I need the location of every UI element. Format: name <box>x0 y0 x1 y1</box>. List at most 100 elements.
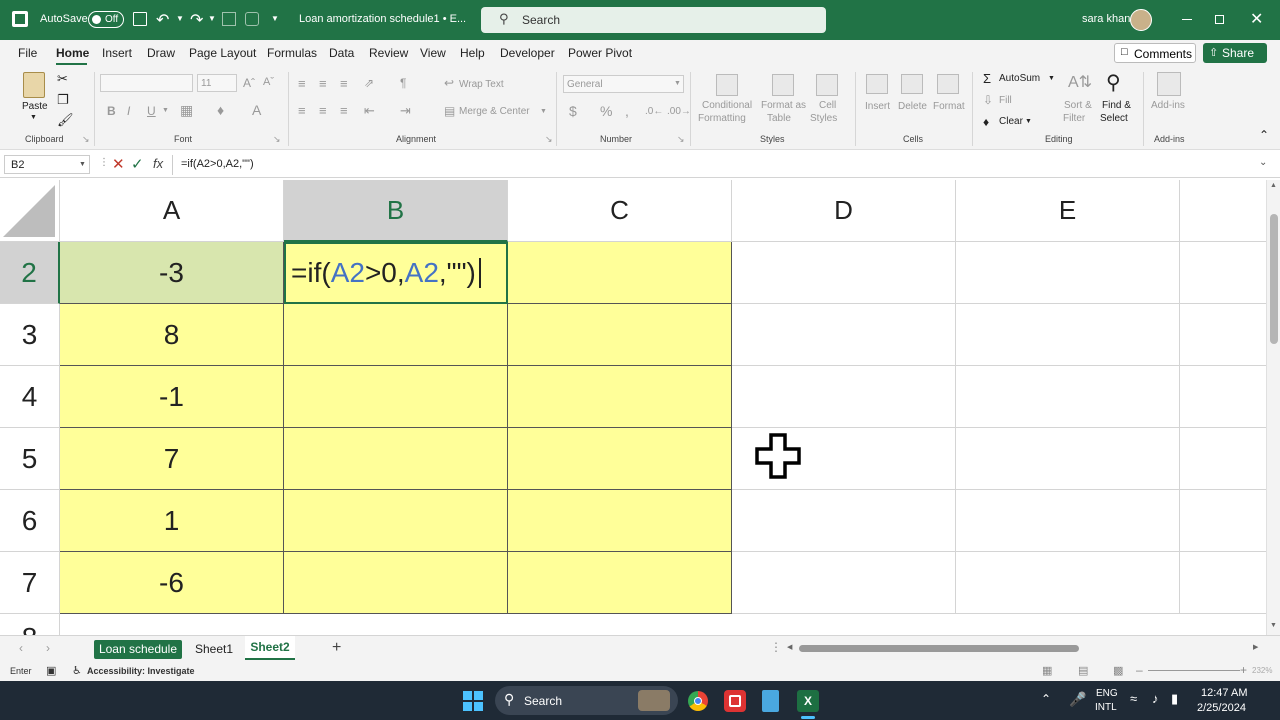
cell-styles-label[interactable]: Cell <box>819 100 836 111</box>
cell-a7[interactable]: -6 <box>60 552 284 614</box>
decrease-decimal-icon[interactable]: .00→ <box>667 106 691 117</box>
paste-dropdown-icon[interactable]: ▼ <box>30 114 37 121</box>
cell-c5[interactable] <box>508 428 732 490</box>
clear-label[interactable]: Clear <box>999 116 1023 127</box>
cell-d4[interactable] <box>732 366 956 428</box>
accessibility-icon[interactable]: ♿ <box>72 664 82 677</box>
customize-qat-icon[interactable]: ▼ <box>271 14 279 23</box>
number-format-select[interactable]: General ▼ <box>563 75 684 93</box>
next-sheet-icon[interactable]: › <box>46 641 50 655</box>
redo-dropdown-icon[interactable]: ▼ <box>208 14 216 23</box>
addins-icon[interactable] <box>1157 72 1181 96</box>
fill-label[interactable]: Fill <box>999 95 1012 106</box>
tab-insert[interactable]: Insert <box>102 46 132 60</box>
wifi-icon[interactable]: ≈ <box>1130 691 1137 706</box>
sheet-tab-sheet1[interactable]: Sheet1 <box>188 640 240 659</box>
column-header-c[interactable]: C <box>508 180 732 242</box>
start-windows-icon[interactable] <box>463 691 483 711</box>
format-cells-icon[interactable] <box>937 74 959 94</box>
formula-input[interactable]: =if(A2>0,A2,"") <box>181 158 254 170</box>
cell-d3[interactable] <box>732 304 956 366</box>
horizontal-scrollbar[interactable]: ◀ ▶ <box>787 643 1265 655</box>
wrap-text-label[interactable]: Wrap Text <box>459 79 504 90</box>
insert-function-icon[interactable]: fx <box>153 156 163 171</box>
cell-b5[interactable] <box>284 428 508 490</box>
search-box[interactable]: ⚲ Search <box>481 7 826 33</box>
cell-e5[interactable] <box>956 428 1180 490</box>
conditional-formatting-icon[interactable] <box>716 74 738 96</box>
share-button[interactable]: ⇧ Share <box>1203 43 1267 63</box>
delete-cells-label[interactable]: Delete <box>898 101 927 112</box>
find-select-label[interactable]: Find & <box>1102 100 1131 111</box>
cell-e7[interactable] <box>956 552 1180 614</box>
cell-e6[interactable] <box>956 490 1180 552</box>
zoom-slider[interactable] <box>1148 670 1240 671</box>
form-icon[interactable] <box>222 12 236 26</box>
row-header[interactable]: 8 <box>0 614 60 635</box>
scroll-left-icon[interactable]: ◀ <box>787 643 792 651</box>
clock-date[interactable]: 2/25/2024 <box>1197 702 1246 714</box>
sort-filter-icon[interactable]: A⇅ <box>1068 72 1092 92</box>
save-icon[interactable] <box>133 12 147 26</box>
row-header[interactable]: 2 <box>0 242 60 304</box>
row-header[interactable]: 4 <box>0 366 60 428</box>
tab-developer[interactable]: Developer <box>500 46 555 60</box>
find-select-icon[interactable]: ⚲ <box>1106 70 1121 95</box>
sheet-tab-sheet2[interactable]: Sheet2 <box>245 636 295 660</box>
autosum-label[interactable]: AutoSum <box>999 73 1040 84</box>
underline-button[interactable]: U <box>147 104 156 118</box>
cell-e2[interactable] <box>956 242 1180 304</box>
sort-filter-label-2[interactable]: Filter <box>1063 113 1085 124</box>
cell-a4[interactable]: -1 <box>60 366 284 428</box>
font-color-icon[interactable]: A <box>252 102 261 118</box>
tab-data[interactable]: Data <box>329 46 354 60</box>
format-as-table-label[interactable]: Format as <box>761 100 806 111</box>
sheet-tab-loan-schedule[interactable]: Loan schedule <box>94 640 182 659</box>
expand-formula-bar-icon[interactable]: ⌄ <box>1259 157 1267 168</box>
close-icon[interactable]: ✕ <box>1250 9 1263 29</box>
cell-d6[interactable] <box>732 490 956 552</box>
zoom-in-icon[interactable]: + <box>1240 663 1247 677</box>
cell-b2[interactable]: =if(A2 >0, A2 ,"") <box>284 242 508 304</box>
insert-cells-icon[interactable] <box>866 74 888 94</box>
vertical-scrollbar[interactable]: ▲ ▼ <box>1266 180 1280 635</box>
paste-icon[interactable] <box>23 72 45 98</box>
decrease-indent-icon[interactable]: ⇤ <box>364 103 375 119</box>
restore-icon[interactable] <box>1215 15 1224 24</box>
microphone-icon[interactable]: 🎤 <box>1069 691 1086 708</box>
conditional-formatting-label[interactable]: Conditional <box>702 100 752 111</box>
font-launcher-icon[interactable]: ↘ <box>273 134 281 145</box>
collapse-ribbon-icon[interactable]: ⌃ <box>1259 128 1269 142</box>
cell-e3[interactable] <box>956 304 1180 366</box>
tab-view[interactable]: View <box>420 46 446 60</box>
cut-icon[interactable]: ✂ <box>57 71 68 87</box>
tab-help[interactable]: Help <box>460 46 485 60</box>
align-middle-icon[interactable]: ≡ <box>319 76 327 91</box>
zoom-level[interactable]: 232% <box>1252 666 1272 675</box>
column-header-d[interactable]: D <box>732 180 956 242</box>
undo-dropdown-icon[interactable]: ▼ <box>176 14 184 23</box>
orientation-icon[interactable]: ⇗ <box>364 76 374 90</box>
format-cells-label[interactable]: Format <box>933 101 965 112</box>
cell-d7[interactable] <box>732 552 956 614</box>
merge-center-icon[interactable]: ▤ <box>444 104 455 118</box>
minimize-icon[interactable] <box>1182 19 1192 20</box>
cell-b7[interactable] <box>284 552 508 614</box>
align-right-icon[interactable]: ≡ <box>340 103 348 118</box>
format-painter-icon[interactable]: 🖌 <box>57 112 74 128</box>
row-header[interactable]: 5 <box>0 428 60 490</box>
tab-power-pivot[interactable]: Power Pivot <box>568 46 632 60</box>
excel-taskbar-icon[interactable]: X <box>797 690 819 712</box>
cell-c4[interactable] <box>508 366 732 428</box>
page-break-view-icon[interactable]: ▩ <box>1113 664 1123 677</box>
scroll-down-icon[interactable]: ▼ <box>1270 622 1277 629</box>
language-intl[interactable]: INTL <box>1095 702 1117 713</box>
format-as-table-label-2[interactable]: Table <box>767 113 791 124</box>
cell-b6[interactable] <box>284 490 508 552</box>
vertical-scroll-thumb[interactable] <box>1270 214 1278 344</box>
taskbar-search[interactable]: ⚲ Search <box>495 686 678 715</box>
autosave-toggle[interactable]: Off <box>88 11 124 28</box>
align-bottom-icon[interactable]: ≡ <box>340 76 348 91</box>
delete-cells-icon[interactable] <box>901 74 923 94</box>
italic-button[interactable]: I <box>127 104 130 118</box>
